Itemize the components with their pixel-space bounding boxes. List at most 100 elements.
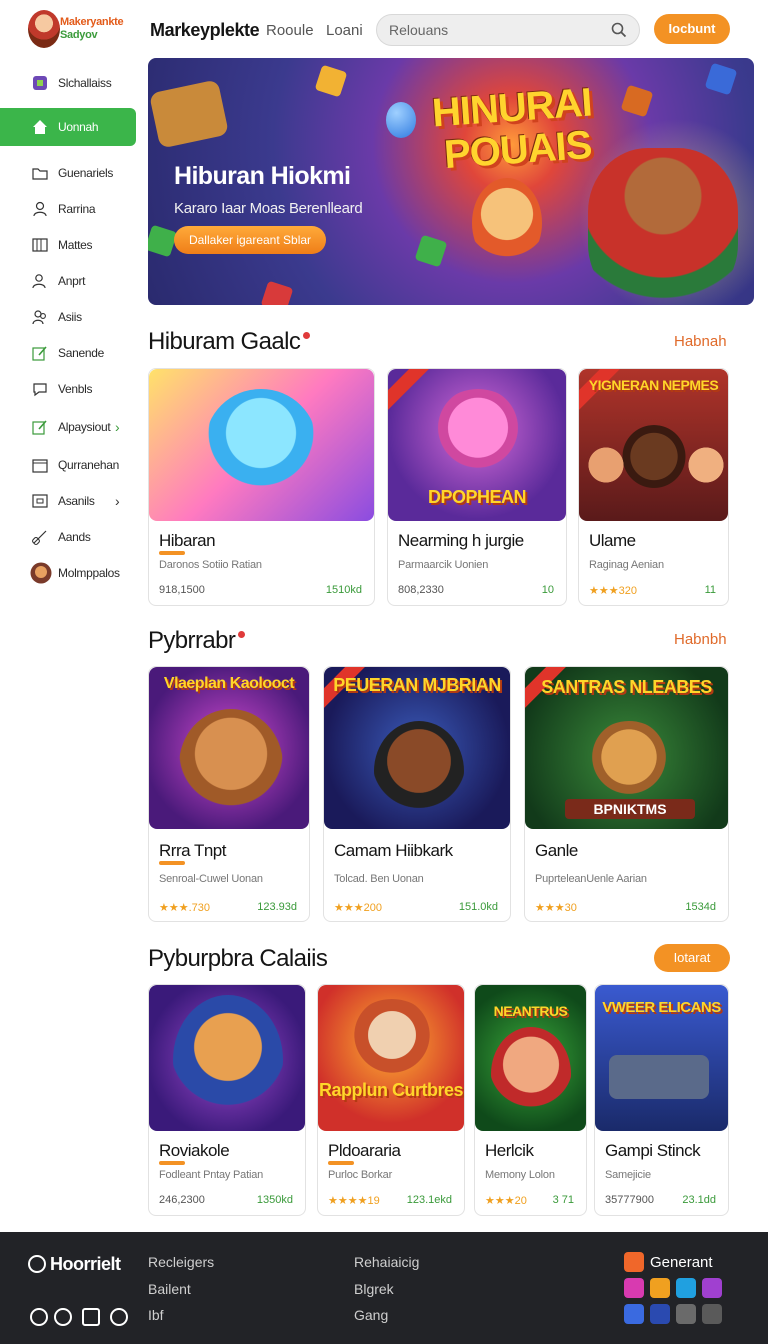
nav-link-2[interactable]: Loani	[326, 22, 363, 39]
footer-link[interactable]: Gang	[354, 1307, 388, 1323]
rating-stripe	[159, 551, 185, 555]
sidebar-item-label: Slchallaiss	[58, 76, 112, 90]
cube-decoration	[414, 234, 448, 268]
card-thumbnail: Vlaeplan Kaolooct	[149, 667, 309, 829]
mascot-character	[472, 178, 542, 268]
app-icon[interactable]	[650, 1304, 670, 1324]
section-see-all-link[interactable]: Habnbh	[674, 631, 727, 648]
sidebar-item-label: Anprt	[58, 274, 86, 288]
sidebar-item-5[interactable]: Mattes	[0, 228, 136, 262]
rating-stripe	[159, 1161, 185, 1165]
card-rating: ★★★30	[535, 902, 577, 914]
footer-link[interactable]: Bailent	[148, 1281, 191, 1297]
card-thumbnail: Rapplun Curtbres	[318, 985, 464, 1131]
sidebar-item-6[interactable]: Anprt	[0, 264, 136, 298]
footer-brand[interactable]: Hoorrielt	[28, 1254, 121, 1275]
card-title: Hibaran	[159, 531, 216, 550]
search-input[interactable]	[389, 20, 609, 40]
app-icon[interactable]	[676, 1304, 696, 1324]
bear-character	[179, 709, 283, 821]
app-icon[interactable]	[702, 1278, 722, 1298]
hero-banner[interactable]: HINURAI POUAIS Hiburan Hiokmi Kararo Iaa…	[148, 58, 754, 305]
sidebar-item-11[interactable]: Qurranehan	[0, 448, 136, 482]
sidebar-item-13[interactable]: Aands	[0, 520, 136, 554]
game-card[interactable]: Hibaran Daronos Sotiio Ratian 918,1500 1…	[148, 368, 375, 606]
hero-cta-button[interactable]: Dallaker igareant Sblar	[174, 226, 326, 254]
chevron-right-icon[interactable]: ›	[115, 493, 120, 509]
section-see-all-link[interactable]: Habnah	[674, 333, 727, 350]
sidebar-item-label: Uonnah	[58, 120, 99, 134]
logo-text-bottom: Sadyov	[60, 29, 98, 41]
card-stat: 808,2330	[398, 584, 444, 596]
card-description: Senroal-Cuwel Uonan	[159, 873, 263, 885]
game-card[interactable]: DPOPHEAN Nearming h jurgie Parmaarcik Uo…	[387, 368, 567, 606]
sidebar-item-3[interactable]: Guenariels	[0, 156, 136, 190]
app-icon[interactable]	[624, 1304, 644, 1324]
footer-link[interactable]: Recleigers	[148, 1254, 214, 1270]
ribbon-badge	[388, 369, 431, 411]
thumb-title: SANTRAS NLEABES	[541, 677, 712, 697]
site-logo[interactable]: Makeryankte Sadyov	[28, 10, 128, 50]
cube-decoration	[704, 62, 738, 96]
social-icon[interactable]	[54, 1308, 72, 1326]
header-action-button[interactable]: Iocbunt	[654, 14, 730, 44]
card-rating: ★★★200	[334, 902, 382, 914]
sidebar-item-9[interactable]: Venbls	[0, 372, 136, 406]
home-icon	[33, 120, 47, 134]
thumb-title: YIGNERAN NEPMES	[588, 377, 719, 393]
card-downloads: 151.0kd	[458, 901, 498, 913]
section-action-button[interactable]: Iotarat	[654, 944, 730, 972]
card-stat: 918,1500	[159, 584, 205, 596]
app-icon[interactable]	[624, 1252, 644, 1272]
footer-link[interactable]: Ibf	[148, 1307, 164, 1323]
game-card[interactable]: YIGNERAN NEPMES Ulame Raginag Aenian ★★★…	[578, 368, 729, 606]
chevron-right-icon[interactable]: ›	[115, 419, 120, 435]
cube-decoration	[260, 280, 294, 305]
sidebar-item-10[interactable]: Alpaysiout ›	[0, 410, 136, 444]
sidebar-item-8[interactable]: Sanende	[0, 336, 136, 370]
game-card[interactable]: Rapplun Curtbres Pldoararia Purloc Borka…	[317, 984, 465, 1216]
social-icon[interactable]	[82, 1308, 100, 1326]
card-thumbnail: YIGNERAN NEPMES	[579, 369, 728, 521]
sidebar-item-12[interactable]: Asanils ›	[0, 484, 136, 518]
fox-character	[173, 995, 283, 1125]
app-icon[interactable]	[702, 1304, 722, 1324]
footer-link[interactable]: Blgrek	[354, 1281, 394, 1297]
footer-link[interactable]: Rehaiaicig	[354, 1254, 419, 1270]
card-description: Fodleant Pntay Patian	[159, 1169, 264, 1181]
sidebar-item-label: Alpaysiout	[58, 420, 111, 434]
calendar-icon	[32, 459, 48, 473]
game-card[interactable]: PEUERAN MJBRIAN Camam Hiibkark Tolcad. B…	[323, 666, 511, 922]
sidebar-item-7[interactable]: Asiis	[0, 300, 136, 334]
card-rating: ★★★.730	[159, 902, 210, 914]
group-icon	[32, 310, 46, 325]
game-card[interactable]: Vlaeplan Kaolooct Rrra Tnpt Senroal-Cuwe…	[148, 666, 310, 922]
thumb-title: Rapplun Curtbres	[318, 1080, 464, 1100]
folder-icon	[32, 168, 48, 180]
game-card[interactable]: VWEER ELICANS Gampi Stinck Samejicie 357…	[594, 984, 729, 1216]
game-card[interactable]: SANTRAS NLEABES BPNIKTMS Ganle Puprtelea…	[524, 666, 729, 922]
sidebar-item-14[interactable]: Molmppalos	[0, 556, 136, 590]
card-description: PuprteleanUenle Aarian	[535, 873, 647, 885]
nav-link-1[interactable]: Rooule	[266, 22, 314, 39]
game-controller-icon	[33, 76, 47, 90]
search-icon[interactable]	[611, 22, 627, 38]
card-thumbnail	[149, 985, 305, 1131]
game-card[interactable]: Roviakole Fodleant Pntay Patian 246,2300…	[148, 984, 306, 1216]
sidebar-item-label: Qurranehan	[58, 458, 120, 472]
social-icon[interactable]	[30, 1308, 48, 1326]
app-icon[interactable]	[624, 1278, 644, 1298]
app-icon[interactable]	[650, 1278, 670, 1298]
sidebar-item-2[interactable]: Uonnah	[0, 108, 136, 146]
sidebar-item-1[interactable]: Slchallaiss	[0, 66, 136, 100]
card-thumbnail: DPOPHEAN	[388, 369, 566, 521]
social-icon[interactable]	[110, 1308, 128, 1326]
card-downloads: 1350kd	[256, 1194, 293, 1206]
brand-title[interactable]: Markeyplekte	[150, 20, 260, 41]
section-title: Hiburam Gaalc	[148, 328, 311, 356]
game-card[interactable]: NEANTRUS Herlcik Memony Lolon ★★★20 3 71	[474, 984, 587, 1216]
grid-icon	[32, 238, 48, 252]
app-icon[interactable]	[676, 1278, 696, 1298]
sidebar-item-4[interactable]: Rarrina	[0, 192, 136, 226]
logo-text-top: Makeryankte	[60, 16, 124, 28]
